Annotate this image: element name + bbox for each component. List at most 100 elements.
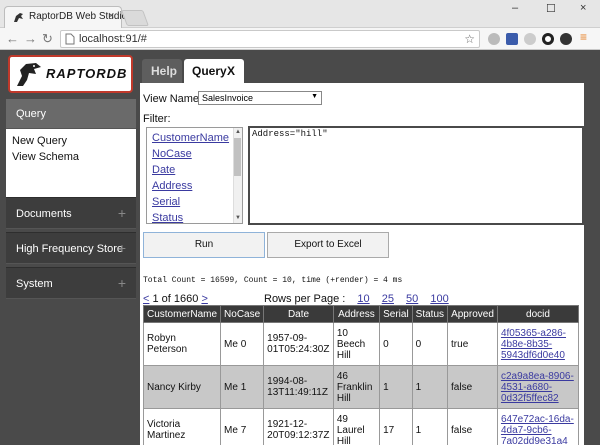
table-cell: 17 — [379, 408, 413, 445]
view-name-value: SalesInvoice — [202, 93, 254, 103]
table-row[interactable]: Nancy Kirby Me 1 1994-08-13T11:49:11Z 46… — [142, 365, 580, 409]
page-indicator: 1 of 1660 — [152, 293, 199, 305]
tab-help[interactable]: Help — [142, 59, 182, 83]
field-item[interactable]: Date — [152, 164, 175, 176]
browser-tab[interactable]: RaptorDB Web Studio × — [4, 6, 127, 28]
url-bar[interactable]: localhost:91/# ☆ — [60, 30, 480, 48]
tab-label: Help — [151, 64, 178, 78]
window-close-icon[interactable]: × — [580, 2, 586, 14]
table-cell: 0 — [379, 322, 413, 366]
browser-titlebar: RaptorDB Web Studio × – ☐ × — [0, 0, 600, 28]
bookmark-star-icon[interactable]: ☆ — [464, 32, 475, 46]
extension-doc-icon[interactable] — [506, 33, 518, 45]
extension-blocked-icon[interactable] — [488, 33, 500, 45]
table-cell: Me 7 — [220, 408, 265, 445]
filter-query-input[interactable]: Address="hill" — [248, 126, 584, 225]
table-cell: Victoria Martinez — [142, 408, 222, 445]
column-header[interactable]: Date — [263, 305, 334, 323]
sidebar-item-documents[interactable]: Documents + — [6, 197, 136, 229]
rows-option-25[interactable]: 25 — [382, 293, 394, 305]
chevron-down-icon: ▼ — [311, 93, 318, 100]
docid-link[interactable]: 4f05365-a286-4b8e-8b35-5943df6d0e40 — [496, 322, 580, 366]
sidebar-item-label: System — [16, 278, 53, 290]
table-row[interactable]: Robyn Peterson Me 0 1957-09-01T05:24:30Z… — [142, 322, 580, 366]
table-cell: Robyn Peterson — [142, 322, 222, 366]
sidebar-link-view-schema[interactable]: View Schema — [12, 151, 79, 163]
column-header[interactable]: docid — [496, 305, 580, 323]
table-row[interactable]: Victoria Martinez Me 7 1921-12-20T09:12:… — [142, 408, 580, 445]
column-header[interactable]: Status — [411, 305, 449, 323]
table-cell: false — [447, 408, 498, 445]
sidebar-item-label: Query — [16, 108, 46, 120]
table-cell: 1 — [411, 365, 449, 409]
table-cell: false — [447, 365, 498, 409]
back-icon[interactable]: ← — [6, 31, 19, 46]
maximize-icon[interactable]: ☐ — [546, 2, 556, 15]
raptor-favicon-icon — [14, 13, 23, 22]
docid-link[interactable]: 647e72ac-16da-4da7-9cb6-7a02dd9e31a4 — [496, 408, 580, 445]
prev-page-link[interactable]: < — [143, 293, 149, 305]
table-cell: 10 Beech Hill — [332, 322, 381, 366]
docid-link[interactable]: c2a9a8ea-8906-4531-a680-0d32f5ffec82 — [496, 365, 580, 409]
column-header[interactable]: NoCase — [220, 305, 265, 323]
sidebar-link-new-query[interactable]: New Query — [12, 135, 67, 147]
field-item[interactable]: NoCase — [152, 148, 192, 160]
column-header[interactable]: Approved — [447, 305, 498, 323]
field-item[interactable]: Address — [152, 180, 192, 192]
field-item[interactable]: CustomerName — [152, 132, 229, 144]
column-header[interactable]: Serial — [379, 305, 413, 323]
expand-plus-icon: + — [117, 205, 126, 221]
run-button[interactable]: Run — [143, 232, 265, 258]
new-tab-button[interactable] — [121, 10, 149, 26]
minimize-icon[interactable]: – — [512, 2, 518, 14]
rows-option-50[interactable]: 50 — [406, 293, 418, 305]
table-cell: 1 — [411, 408, 449, 445]
page-icon — [65, 33, 75, 45]
query-panel: View Name : SalesInvoice ▼ Filter: Custo… — [140, 83, 584, 445]
column-header[interactable]: CustomerName — [142, 305, 222, 323]
raptor-logo-icon — [17, 63, 41, 86]
table-cell: 1994-08-13T11:49:11Z — [263, 365, 334, 409]
tab-query[interactable]: Query X — [184, 59, 244, 83]
next-page-link[interactable]: > — [201, 293, 207, 305]
tab-close-x[interactable]: X — [227, 64, 235, 78]
tab-close-icon[interactable]: × — [108, 10, 114, 22]
rows-per-page: Rows per Page : 10 25 50 100 — [264, 293, 449, 305]
field-list[interactable]: CustomerName NoCase Date Address Serial … — [146, 127, 243, 224]
sidebar-item-high-frequency-store[interactable]: High Frequency Store + — [6, 232, 136, 264]
table-cell: 1 — [379, 365, 413, 409]
export-excel-button[interactable]: Export to Excel — [267, 232, 389, 258]
expand-plus-icon: + — [117, 275, 126, 291]
forward-icon[interactable]: → — [24, 31, 37, 46]
extension-ring-icon[interactable] — [542, 33, 554, 45]
rows-option-10[interactable]: 10 — [357, 293, 369, 305]
scroll-down-icon[interactable]: ▼ — [235, 215, 241, 221]
view-name-label: View Name : — [143, 93, 206, 105]
field-item[interactable]: Serial — [152, 196, 180, 208]
table-cell: Nancy Kirby — [142, 365, 222, 409]
tab-label: Query — [192, 64, 227, 78]
address-toolbar: ← → ↻ localhost:91/# ☆ ≡ — [0, 28, 600, 50]
pager: < 1 of 1660 > — [143, 293, 208, 305]
table-cell: 1957-09-01T05:24:30Z — [263, 322, 334, 366]
scroll-up-icon[interactable]: ▲ — [235, 129, 241, 135]
sidebar-item-label: High Frequency Store — [16, 243, 123, 255]
sidebar-item-system[interactable]: System + — [6, 267, 136, 299]
filter-label: Filter: — [143, 113, 171, 125]
scrollbar-thumb[interactable] — [234, 138, 241, 176]
extension-dark-icon[interactable] — [560, 33, 572, 45]
view-name-select[interactable]: SalesInvoice ▼ — [198, 91, 322, 105]
extension-gray-icon[interactable] — [524, 33, 536, 45]
field-item[interactable]: Status — [152, 212, 183, 223]
url-text: localhost:91/# — [79, 33, 147, 45]
expand-plus-icon: + — [117, 240, 126, 256]
sidebar-item-query[interactable]: Query — [6, 99, 136, 129]
result-count-text: Total Count = 16599, Count = 10, time (+… — [143, 276, 403, 285]
browser-menu-icon[interactable]: ≡ — [580, 30, 587, 44]
rows-per-page-label: Rows per Page : — [264, 293, 346, 305]
reload-icon[interactable]: ↻ — [42, 31, 53, 47]
rows-option-100[interactable]: 100 — [430, 293, 448, 305]
sidebar-item-label: Documents — [16, 208, 72, 220]
column-header[interactable]: Address — [332, 305, 381, 323]
sidebar-submenu: New Query View Schema — [6, 129, 136, 197]
